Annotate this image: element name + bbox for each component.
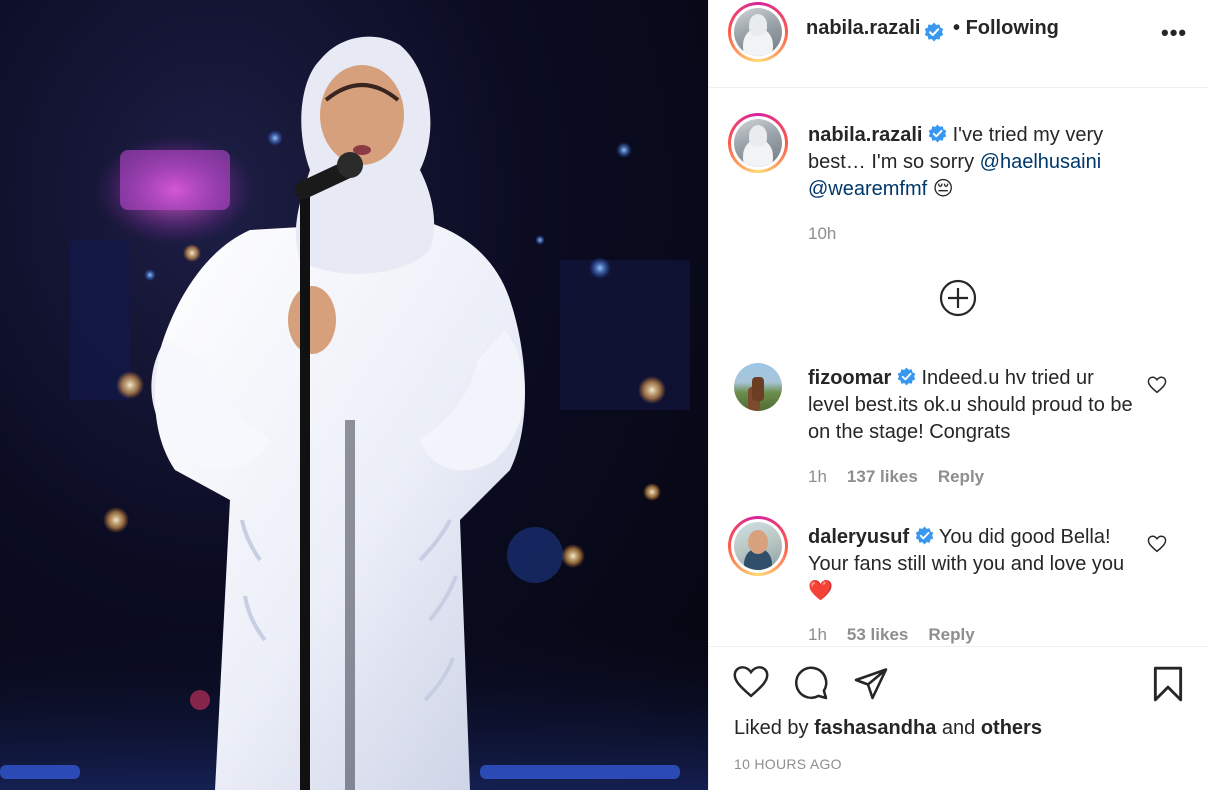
comment-text: fizoomar Indeed.u hv tried ur level best… [808,365,1138,446]
more-options-button[interactable]: ••• [1161,20,1187,46]
red-heart-emoji: ❤️ [808,580,833,602]
post-header: nabila.razali • Following ••• [709,0,1209,88]
comment-time: 1h [808,467,827,486]
likes-conjunction: and [941,717,976,739]
verified-badge-icon [928,124,947,143]
comment-icon[interactable] [792,665,830,701]
comment-likes[interactable]: 53 likes [847,625,908,644]
caption-text: nabila.razali I've tried my very best… I… [808,122,1138,203]
load-more-plus-icon[interactable] [939,279,977,317]
commenter-avatar[interactable] [734,363,782,411]
likes-prefix: Liked by [734,717,809,739]
author-avatar[interactable] [728,2,788,62]
reply-button[interactable]: Reply [938,467,984,486]
author-username[interactable]: nabila.razali [806,17,921,40]
heart-icon[interactable] [732,665,770,699]
comments-list[interactable]: nabila.razali I've tried my very best… I… [709,89,1209,645]
commenter-avatar[interactable] [728,516,788,576]
mention-link[interactable]: @wearemfmf [808,178,927,200]
comment-time: 1h [808,625,827,644]
save-bookmark-icon[interactable] [1151,665,1185,703]
comment-like-heart-icon[interactable] [1147,376,1167,394]
posted-time[interactable]: 10 HOURS AGO [734,756,842,772]
verified-badge-icon [897,367,916,386]
comment-meta: 1h 137 likes Reply [808,467,984,487]
post-actions: Liked by fashasandha and others 10 HOURS… [709,646,1209,790]
post-detail-panel: nabila.razali • Following ••• nabila.raz… [708,0,1209,790]
verified-badge-icon [924,22,944,42]
caption-time: 10h [808,224,837,243]
follow-status[interactable]: • Following [953,17,1059,40]
comment-likes[interactable]: 137 likes [847,467,918,486]
comment-text: daleryusuf You did good Bella! Your fans… [808,524,1138,605]
caption-username[interactable]: nabila.razali [808,124,923,146]
comment-meta: 1h 53 likes Reply [808,625,975,645]
comment-like-heart-icon[interactable] [1147,535,1167,553]
caption-avatar[interactable] [728,113,788,173]
comment-username[interactable]: daleryusuf [808,526,909,548]
mention-link[interactable]: @haelhusaini [980,151,1102,173]
liker-username[interactable]: fashasandha [814,717,936,739]
post-photo-illustration [0,36,708,790]
post-photo[interactable] [0,0,708,790]
comment-username[interactable]: fizoomar [808,367,891,389]
verified-badge-icon [915,526,934,545]
sad-face-emoji: 😔 [932,178,954,200]
reply-button[interactable]: Reply [928,625,974,644]
likes-summary: Liked by fashasandha and others [734,717,1042,740]
likes-others-link[interactable]: others [981,717,1042,739]
share-icon[interactable] [852,665,890,701]
